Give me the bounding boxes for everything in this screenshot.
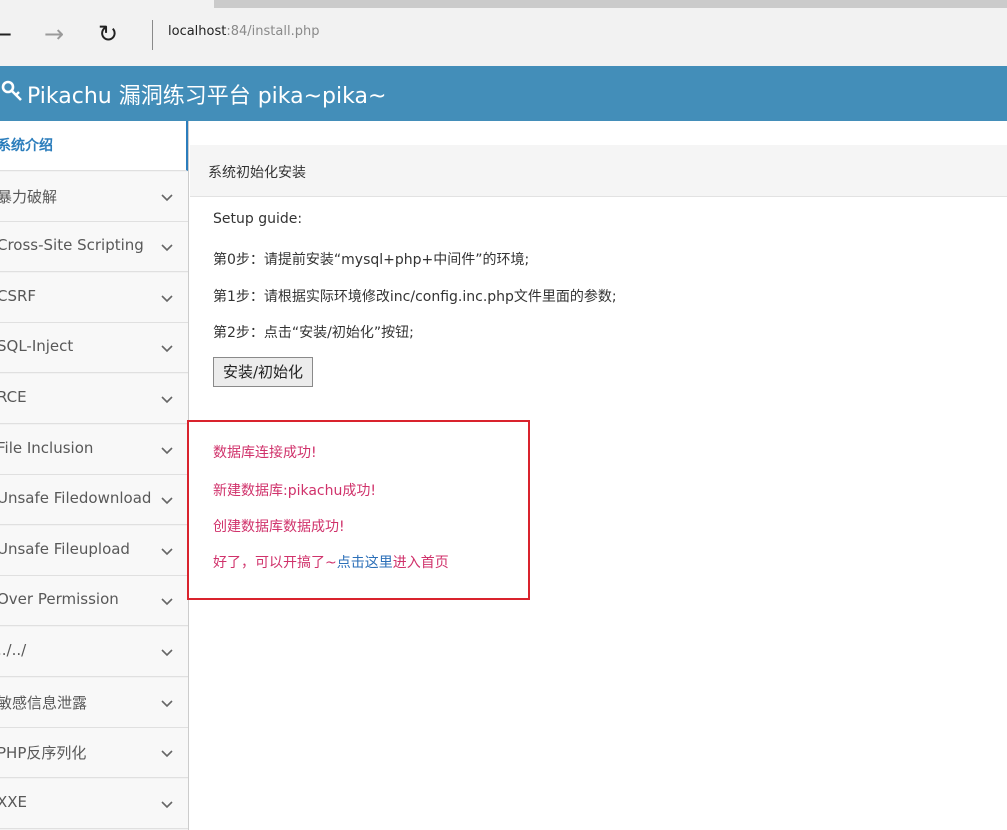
- back-button[interactable]: ←: [0, 18, 18, 50]
- page-header-bar: [190, 145, 1007, 197]
- forward-button[interactable]: →: [38, 18, 70, 50]
- chevron-down-icon[interactable]: [159, 189, 175, 205]
- key-icon: [1, 80, 22, 101]
- browser-toolbar: ← → ↻ localhost:84/install.php: [0, 0, 1007, 66]
- sidebar-item-label: CSRF: [0, 286, 37, 305]
- sidebar-item-label: SQL-Inject: [0, 337, 74, 356]
- sidebar-item-label: 敏感信息泄露: [0, 693, 88, 712]
- sidebar-item-label: RCE: [0, 388, 27, 406]
- chevron-down-icon[interactable]: [159, 745, 175, 761]
- sidebar-item[interactable]: CSRF: [0, 272, 188, 323]
- chevron-down-icon[interactable]: [159, 239, 175, 255]
- chevron-down-icon[interactable]: [159, 340, 175, 356]
- url-host: localhost: [168, 24, 227, 39]
- refresh-icon: ↻: [97, 20, 119, 48]
- chevron-down-icon[interactable]: [159, 492, 175, 508]
- chevron-down-icon[interactable]: [159, 290, 175, 306]
- sidebar-item[interactable]: Cross-Site Scripting: [0, 222, 188, 273]
- sidebar-item[interactable]: 系统介绍: [0, 121, 188, 171]
- sidebar-item[interactable]: Over Permission: [0, 576, 188, 627]
- forward-arrow-icon: →: [43, 20, 65, 48]
- sidebar-item-label: 暴力破解: [0, 187, 58, 206]
- sidebar-item-label: File Inclusion: [0, 438, 94, 457]
- sidebar-item-label: Unsafe Fileupload: [0, 539, 130, 558]
- result-line-2: 新建数据库:pikachu成功!: [213, 483, 376, 499]
- tab-strip: [214, 0, 1007, 8]
- sidebar-item[interactable]: 暴力破解: [0, 171, 188, 222]
- result-line-3: 创建数据库数据成功!: [213, 519, 345, 535]
- result-line-4-prefix: 好了，可以开搞了~: [213, 555, 337, 571]
- sidebar-item-label: XXE: [0, 792, 28, 811]
- sidebar-item[interactable]: PHP反序列化: [0, 728, 188, 779]
- sidebar-item[interactable]: SQL-Inject: [0, 323, 188, 374]
- brand-title[interactable]: Pikachu 漏洞练习平台 pika~pika~: [27, 78, 386, 110]
- url-path: :84/install.php: [226, 24, 320, 39]
- chevron-down-icon[interactable]: [159, 593, 175, 609]
- sidebar-item[interactable]: Unsafe Fileupload: [0, 525, 188, 576]
- sidebar-item-label: Over Permission: [0, 590, 119, 609]
- sidebar: 系统介绍暴力破解 Cross-Site Scripting CSRF SQL-Inje…: [0, 121, 189, 830]
- sidebar-item[interactable]: XXE: [0, 778, 188, 829]
- chevron-down-icon[interactable]: [159, 796, 175, 812]
- result-line-1: 数据库连接成功!: [213, 445, 317, 461]
- refresh-button[interactable]: ↻: [92, 18, 124, 50]
- chevron-down-icon[interactable]: [159, 695, 175, 711]
- sidebar-item[interactable]: Unsafe Filedownload: [0, 475, 188, 526]
- setup-step-2: 第2步：点击“安装/初始化”按钮;: [213, 325, 414, 341]
- sidebar-item-label: ../../: [0, 641, 27, 659]
- address-bar[interactable]: localhost:84/install.php: [168, 24, 319, 39]
- sidebar-item-label: Cross-Site Scripting: [0, 236, 144, 255]
- install-button[interactable]: 安装/初始化: [213, 357, 313, 387]
- setup-step-1: 第1步：请根据实际环境修改inc/config.inc.php文件里面的参数;: [213, 289, 617, 305]
- sidebar-item[interactable]: 敏感信息泄露: [0, 677, 188, 728]
- sidebar-item-label: 系统介绍: [0, 138, 53, 154]
- sidebar-item[interactable]: File Inclusion: [0, 424, 188, 475]
- chevron-down-icon[interactable]: [159, 644, 175, 660]
- back-arrow-icon: ←: [0, 20, 13, 48]
- page-title: 系统初始化安装: [208, 165, 306, 181]
- setup-step-0: 第0步：请提前安装“mysql+php+中间件”的环境;: [213, 252, 530, 268]
- chevron-down-icon[interactable]: [159, 442, 175, 458]
- sidebar-item-label: Unsafe Filedownload: [0, 489, 152, 508]
- chevron-down-icon[interactable]: [159, 391, 175, 407]
- result-line-4: 好了，可以开搞了~点击这里进入首页: [213, 552, 449, 572]
- sidebar-item-label: PHP反序列化: [0, 744, 87, 763]
- home-link[interactable]: 点击这里: [337, 555, 393, 571]
- result-line-4-suffix: 进入首页: [392, 555, 449, 571]
- setup-guide-title: Setup guide:: [213, 211, 303, 227]
- sidebar-item[interactable]: RCE: [0, 374, 188, 424]
- sidebar-item[interactable]: ../../: [0, 627, 188, 677]
- address-separator: [152, 20, 153, 50]
- chevron-down-icon[interactable]: [159, 543, 175, 559]
